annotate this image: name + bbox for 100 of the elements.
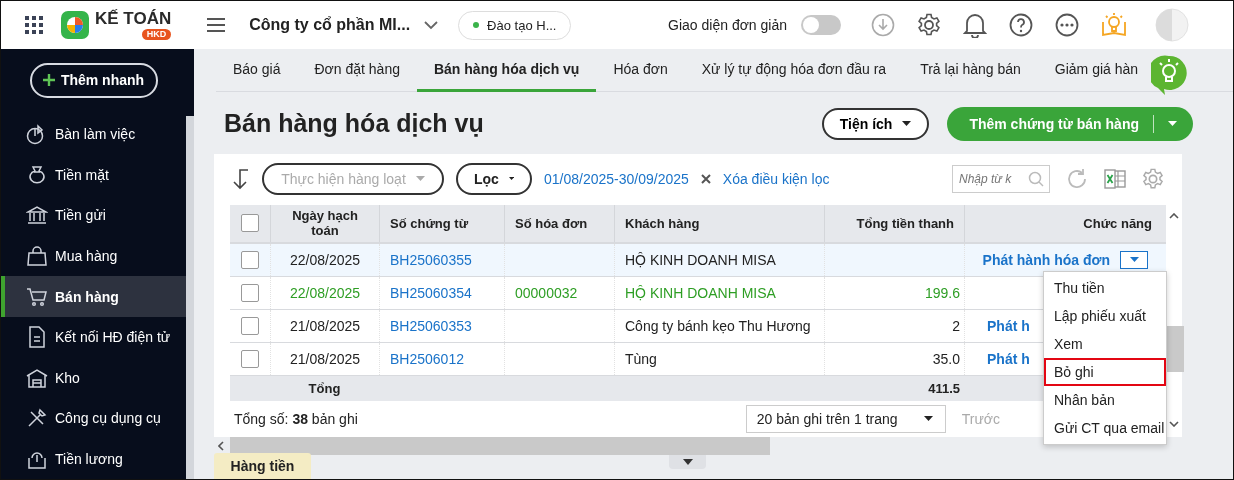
tab[interactable]: Hóa đơn: [596, 49, 685, 93]
sidebar-item[interactable]: Công cụ dụng cụ: [1, 397, 186, 439]
refresh-icon[interactable]: [1066, 167, 1088, 190]
menu-icon[interactable]: [207, 18, 226, 32]
app-grid-icon[interactable]: [25, 16, 43, 34]
caret-icon: [923, 416, 933, 422]
document-icon: [26, 326, 48, 349]
voucher-link[interactable]: BH25060353: [390, 317, 472, 334]
menu-item[interactable]: Xem: [1044, 329, 1166, 358]
menu-item[interactable]: Gửi CT qua email: [1044, 413, 1166, 442]
lightbulb-book-icon[interactable]: [1101, 12, 1127, 38]
plus-icon: [42, 74, 55, 87]
quick-add-button[interactable]: Thêm nhanh: [29, 63, 158, 98]
checkbox[interactable]: [241, 283, 259, 302]
company-name[interactable]: Công ty cổ phần MI...: [249, 16, 411, 34]
search-icon: [1028, 170, 1044, 187]
caret-icon: [415, 176, 425, 182]
sidebar-item[interactable]: Tiền lương: [1, 438, 186, 479]
table-cell: 22/08/2025: [289, 284, 361, 301]
checkbox[interactable]: [241, 214, 259, 233]
sidebar-item[interactable]: Kết nối HĐ điện tử: [1, 316, 186, 358]
sidebar-item[interactable]: Tiền mặt: [1, 154, 186, 196]
table-cell: 00000032: [515, 284, 578, 301]
tab[interactable]: Đơn đặt hàng: [297, 49, 417, 93]
help-icon[interactable]: [1009, 13, 1033, 37]
table-cell: 2: [952, 317, 960, 334]
checkbox[interactable]: [241, 316, 259, 335]
logo-text: KẾ TOÁN: [95, 10, 172, 28]
voucher-link[interactable]: BH2506012: [390, 350, 464, 367]
issue-invoice-link[interactable]: Phát h: [987, 317, 1030, 334]
lightbulb-help-icon[interactable]: [1151, 55, 1187, 95]
bottom-tab[interactable]: Hàng tiền: [214, 453, 311, 479]
tab[interactable]: Giảm giá hàn: [1037, 49, 1156, 93]
table-cell: Tùng: [625, 350, 657, 367]
date-range-link[interactable]: 01/08/2025-30/09/2025: [544, 170, 689, 187]
total-amount: 411.5: [927, 379, 961, 398]
column-header: Ngày hạch toán: [270, 204, 379, 242]
caret-icon: [682, 458, 693, 465]
table-cell: 22/08/2025: [289, 251, 361, 268]
search-field[interactable]: Nhập từ k: [952, 164, 1050, 193]
caret-icon: [508, 176, 514, 182]
tab[interactable]: Báo giá: [216, 49, 298, 93]
settings-icon[interactable]: [917, 13, 941, 37]
scroll-down-icon[interactable]: [1169, 420, 1179, 427]
menu-item[interactable]: Bỏ ghi: [1044, 357, 1166, 386]
caret-icon: [1168, 121, 1177, 127]
sidebar-item[interactable]: Mua hàng: [1, 235, 186, 277]
warehouse-icon: [26, 366, 48, 389]
scroll-left-icon[interactable]: [218, 440, 224, 451]
caret-icon: [902, 121, 912, 127]
logo-icon: [61, 11, 89, 39]
shopping-bag-icon: [26, 244, 48, 267]
clear-filter-link[interactable]: Xóa điều kiện lọc: [722, 170, 830, 187]
tab[interactable]: Xử lý tự động hóa đơn đầu ra: [684, 49, 904, 93]
action-dropdown-button[interactable]: [1120, 250, 1148, 269]
table-cell: 199.6: [924, 284, 960, 301]
column-header: Số chứng từ: [379, 204, 504, 242]
menu-item[interactable]: Nhân bản: [1044, 385, 1166, 414]
table-row[interactable]: 21/08/2025 BH2506012 Tùng 35.0: [230, 342, 964, 375]
menu-item[interactable]: Lập phiếu xuất: [1044, 301, 1166, 330]
menu-item[interactable]: Thu tiền: [1044, 273, 1166, 302]
table-cell: 35.0: [932, 350, 960, 367]
page-size-select[interactable]: 20 bản ghi trên 1 trang: [745, 404, 946, 433]
tab[interactable]: Bán hàng hóa dịch vụ: [416, 49, 597, 93]
sidebar-item[interactable]: Kho: [1, 357, 186, 398]
chevron-down-icon[interactable]: [424, 20, 439, 30]
total-label: Tổng: [307, 379, 342, 398]
notification-bell-icon[interactable]: [963, 12, 987, 38]
sidebar-item[interactable]: Bán hàng: [1, 276, 186, 317]
table-cell: 21/08/2025: [289, 317, 361, 334]
voucher-link[interactable]: BH25060354: [390, 284, 472, 301]
download-icon[interactable]: [871, 13, 895, 37]
page-title: Bán hàng hóa dịch vụ: [224, 109, 484, 139]
close-icon[interactable]: [700, 173, 711, 184]
logo-badge: HKD: [141, 29, 172, 40]
issue-invoice-link[interactable]: Phát h: [987, 350, 1030, 367]
excel-icon[interactable]: [1104, 168, 1126, 189]
column-header: Khách hàng: [614, 204, 824, 242]
more-icon[interactable]: [1055, 13, 1079, 37]
table-cell: 21/08/2025: [289, 350, 361, 367]
column-header: Số hóa đơn: [504, 204, 614, 242]
caret-icon: [1129, 257, 1139, 263]
table-row[interactable]: 22/08/2025 BH25060355 HỘ KINH DOANH MISA: [230, 243, 964, 276]
utilities-button[interactable]: Tiện ích: [821, 107, 930, 140]
table-cell: HỘ KINH DOANH MISA: [625, 284, 776, 301]
voucher-link[interactable]: BH25060355: [390, 251, 472, 268]
table-row[interactable]: 22/08/2025 BH25060354 00000032 HỘ KINH DOANH MISA 199.6: [230, 276, 964, 309]
checkbox[interactable]: [241, 250, 259, 269]
sidebar-item[interactable]: Tiền gửi: [1, 195, 186, 236]
table-row[interactable]: 21/08/2025 BH25060353 Công ty bánh kẹo Thu Hương 2: [230, 309, 964, 342]
money-bag-icon: [26, 163, 48, 186]
checkbox[interactable]: [241, 349, 259, 368]
tab[interactable]: Trả lại hàng bán: [903, 49, 1038, 93]
scroll-up-icon[interactable]: [1169, 212, 1179, 219]
simple-mode-toggle[interactable]: [801, 15, 841, 35]
sidebar-item[interactable]: Bàn làm việc: [1, 113, 186, 155]
column-header: Tổng tiền thanh: [824, 204, 964, 242]
cart-icon: [26, 285, 48, 308]
sort-arrow-icon[interactable]: [230, 167, 250, 190]
filter-button[interactable]: Lọc: [456, 162, 532, 195]
